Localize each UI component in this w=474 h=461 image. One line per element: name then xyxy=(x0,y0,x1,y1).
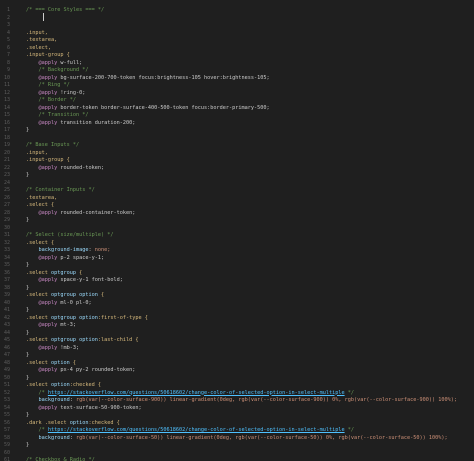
code-area[interactable]: /* === Core Styles === */.input, .textare… xyxy=(0,0,474,461)
code-line: .dark .select option:checked { xyxy=(26,419,120,426)
text-cursor xyxy=(43,13,44,21)
code-line: .input, xyxy=(26,149,48,156)
code-line: /* Ring */ xyxy=(26,82,70,88)
code-line: @apply text-surface-50-900-token; xyxy=(38,404,142,411)
code-line: /* Select (size/multiple) */ xyxy=(26,232,114,238)
code-line: /* https://stackoverflow.com/questions/5… xyxy=(26,389,354,396)
code-line: /* https://stackoverflow.com/questions/5… xyxy=(26,427,354,433)
code-line: .textarea, xyxy=(26,37,58,43)
code-line: @apply ml-0 pl-0; xyxy=(38,299,92,306)
code-line: /* === Core Styles === */ xyxy=(26,7,105,13)
code-line: background: rgb(var(--color-surface-900)… xyxy=(38,397,458,403)
code-line: /* Checkbox & Radio */ xyxy=(26,457,95,461)
code-line: .input, xyxy=(26,29,48,36)
code-line: } xyxy=(26,307,30,313)
code-line: .input-group { xyxy=(26,52,70,58)
code-line: .select option { xyxy=(26,359,76,366)
code-editor[interactable]: 1 2 3 4 5 6 7 8 9 10 11 12 13 14 15 16 17 18 19 20 21 22 23 24 2… xyxy=(0,0,474,461)
code-line: @apply mt-3; xyxy=(38,322,77,328)
code-line: .input-group { xyxy=(26,157,70,163)
code-line: background: rgb(var(--color-surface-50))… xyxy=(38,434,448,441)
code-line: } xyxy=(26,374,30,381)
code-line: @apply rounded-container-token; xyxy=(38,209,136,216)
code-line: .select { xyxy=(26,239,55,246)
code-line: @apply rounded-token; xyxy=(38,164,105,171)
code-line: @apply px-4 py-2 rounded-token; xyxy=(38,367,136,373)
code-line: /* Background */ xyxy=(26,67,89,73)
code-line: } xyxy=(26,217,30,223)
code-line: /* Border */ xyxy=(26,97,76,103)
code-line: @apply p-2 space-y-1; xyxy=(38,254,105,261)
code-line: @apply transition duration-200; xyxy=(38,119,136,126)
code-line: .select { xyxy=(26,202,55,208)
code-line: } xyxy=(26,329,30,336)
code-line: } xyxy=(26,412,30,418)
code-line: /* Container Inputs */ xyxy=(26,187,95,193)
code-line: } xyxy=(26,284,30,291)
code-line: @apply space-y-1 font-bold; xyxy=(38,277,123,283)
code-line: .select, xyxy=(26,44,51,51)
code-line: } xyxy=(26,442,30,448)
code-line: /* Transition */ xyxy=(26,112,89,118)
code-line: .select optgroup option:first-of-type { xyxy=(26,314,148,321)
code-line: .textarea, xyxy=(26,194,58,201)
code-line: @apply border-token border-surface-400-5… xyxy=(38,104,270,111)
code-line: } xyxy=(26,127,30,133)
code-line: @apply w-full; xyxy=(38,59,83,66)
code-line: } xyxy=(26,352,30,358)
code-line: /* Base Inputs */ xyxy=(26,142,80,148)
code-line: @apply !mb-3; xyxy=(38,344,80,351)
code-line: @apply bg-surface-200-700-token focus:br… xyxy=(38,74,270,81)
code-line: .select optgroup option:last-child { xyxy=(26,337,139,343)
code-line: background-image: none; xyxy=(38,247,111,253)
code-line: @apply !ring-0; xyxy=(38,89,86,96)
code-line: } xyxy=(26,172,30,178)
code-line: .select optgroup { xyxy=(26,269,83,276)
code-line: .select optgroup option { xyxy=(26,292,105,298)
code-line: .select option:checked { xyxy=(26,382,101,388)
code-line: } xyxy=(26,262,30,268)
